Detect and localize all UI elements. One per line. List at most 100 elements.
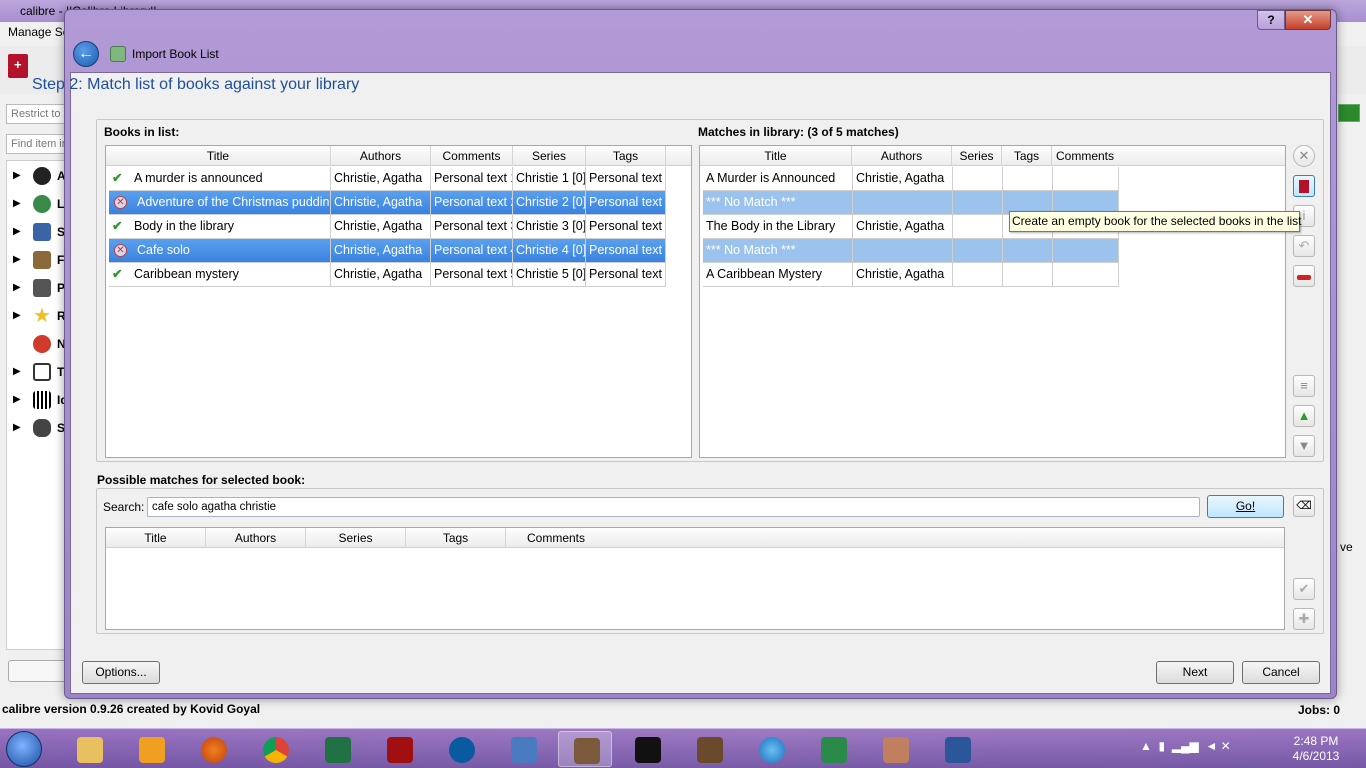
move-up-icon[interactable]: ▲ [1293, 405, 1315, 427]
unmatched-x-icon: ✕ [114, 244, 127, 258]
tree-item-tags[interactable]: ▶ T [7, 359, 67, 387]
column-header-tags[interactable]: Tags [586, 146, 666, 166]
back-arrow-icon[interactable]: ← [73, 41, 99, 67]
search-input[interactable]: cafe solo agatha christie [147, 497, 1200, 517]
column-header-series[interactable]: Series [952, 146, 1002, 166]
column-header-authors[interactable]: Authors [206, 528, 306, 548]
taskbar: ▲ ▮ ▂▄▆ ◄ ✕ 2:48 PM 4/6/2013 [0, 728, 1366, 768]
book-tags: Personal text 5 [586, 263, 666, 287]
chrome-taskbar-button[interactable] [248, 731, 302, 767]
matches-table-header: Title Authors Series Tags Comments [700, 146, 1285, 166]
book-authors: Christie, Agatha [331, 167, 431, 191]
go-button[interactable]: Go! [1207, 495, 1284, 518]
kindle-icon [635, 737, 661, 763]
book-series: Christie 3 [0] [513, 215, 586, 239]
globe-icon [33, 195, 51, 213]
matches-in-library-label: Matches in library: (3 of 5 matches) [698, 125, 899, 139]
printer-taskbar-button[interactable] [868, 731, 922, 767]
books-in-list-label: Books in list: [104, 125, 180, 139]
tree-item-rating[interactable]: ▶ ★ R [7, 303, 67, 331]
tool-taskbar-button[interactable] [496, 731, 550, 767]
matches-table[interactable]: Title Authors Series Tags Comments A Mur… [699, 145, 1286, 458]
tree-item-news[interactable]: N [7, 331, 67, 359]
close-button[interactable]: ✕ [1285, 10, 1331, 30]
match-authors: Christie, Agatha [853, 215, 953, 239]
next-button[interactable]: Next [1156, 661, 1234, 684]
clock[interactable]: 2:48 PM 4/6/2013 [1286, 734, 1346, 764]
options-button[interactable]: Options... [82, 661, 160, 684]
tree-item-identifiers[interactable]: ▶ Id [7, 387, 68, 415]
column-header-tags[interactable]: Tags [406, 528, 506, 548]
start-button[interactable] [6, 731, 42, 767]
create-empty-book-button[interactable] [1293, 175, 1315, 197]
column-header-authors[interactable]: Authors [331, 146, 431, 166]
column-header-series[interactable]: Series [306, 528, 406, 548]
book-tags: Personal text 3 [586, 215, 666, 239]
book-authors: Christie, Agatha [331, 263, 431, 287]
tree-item-authors[interactable]: ▶ A [7, 163, 67, 191]
reader-taskbar-button[interactable] [372, 731, 426, 767]
calibre-taskbar-button[interactable] [558, 731, 612, 767]
column-header-title[interactable]: Title [106, 146, 331, 166]
column-header-title[interactable]: Title [700, 146, 852, 166]
itunes-taskbar-button[interactable] [744, 731, 798, 767]
restrict-to-field[interactable]: Restrict to [6, 104, 66, 124]
minus-icon [1297, 275, 1311, 280]
column-header-title[interactable]: Title [106, 528, 206, 548]
reader2-taskbar-button[interactable] [682, 731, 736, 767]
kindle-taskbar-button[interactable] [620, 731, 674, 767]
books-table[interactable]: Title Authors Comments Series Tags ✔ A mu… [105, 145, 692, 458]
column-header-comments[interactable]: Comments [506, 528, 606, 548]
column-header-comments[interactable]: Comments [1052, 146, 1118, 166]
match-title: The Body in the Library [703, 215, 853, 239]
tree-item-saved-searches[interactable]: ▶ S [7, 415, 67, 443]
excel-taskbar-button[interactable] [310, 731, 364, 767]
column-header-authors[interactable]: Authors [852, 146, 952, 166]
news-icon [33, 335, 51, 353]
column-header-comments[interactable]: Comments [431, 146, 513, 166]
remove-button[interactable] [1293, 265, 1315, 287]
empty-book-icon [1299, 180, 1309, 193]
undo-icon[interactable]: ↶ [1293, 235, 1315, 257]
app-taskbar-button[interactable] [434, 731, 488, 767]
match-title: *** No Match *** [703, 239, 853, 263]
add-icon[interactable]: ✚ [1293, 608, 1315, 630]
excel-icon [325, 737, 351, 763]
book-series: Christie 4 [0] [513, 239, 586, 263]
clear-match-icon[interactable]: ✕ [1293, 145, 1315, 167]
book-title: A murder is announced [134, 171, 263, 185]
cancel-button[interactable]: Cancel [1242, 661, 1320, 684]
firefox-taskbar-button[interactable] [186, 731, 240, 767]
match-authors [853, 239, 953, 263]
tree-item-formats[interactable]: ▶ F [7, 247, 67, 275]
add-books-icon[interactable] [8, 54, 28, 78]
help-button[interactable]: ? [1257, 10, 1285, 30]
clock-date: 4/6/2013 [1292, 749, 1340, 763]
accept-match-icon[interactable]: ✔ [1293, 578, 1315, 600]
tree-item-languages[interactable]: ▶ L [7, 191, 67, 219]
barcode-icon [33, 391, 51, 409]
word-taskbar-button[interactable] [930, 731, 984, 767]
series-icon [33, 223, 51, 241]
check-icon: ✔ [112, 219, 123, 233]
move-down-icon[interactable]: ▼ [1293, 435, 1315, 457]
tag-browser: ▶ A ▶ L ▶ S ▶ F ▶ P ▶ ★ R N ▶ T ▶ Id ▶ S [6, 160, 68, 650]
background-tag-button[interactable] [8, 660, 68, 682]
system-tray-icons[interactable]: ▲ ▮ ▂▄▆ ◄ ✕ [1140, 739, 1231, 753]
outlook-taskbar-button[interactable] [124, 731, 178, 767]
jobs-indicator[interactable]: Jobs: 0 [1298, 703, 1340, 717]
calibre-books-icon [574, 738, 600, 764]
list-icon[interactable]: ≡ [1293, 375, 1315, 397]
possible-matches-table[interactable]: Title Authors Series Tags Comments [105, 527, 1285, 630]
clear-search-icon[interactable]: ⌫ [1293, 495, 1315, 517]
find-item-field[interactable]: Find item in [6, 134, 66, 154]
column-header-series[interactable]: Series [513, 146, 586, 166]
hp-taskbar-button[interactable] [806, 731, 860, 767]
explorer-taskbar-button[interactable] [62, 731, 116, 767]
background-menu-label[interactable]: Manage Se [8, 25, 69, 39]
tree-item-series[interactable]: ▶ S [7, 219, 67, 247]
column-header-tags[interactable]: Tags [1002, 146, 1052, 166]
book-title: Caribbean mystery [134, 267, 239, 281]
tree-item-publishers[interactable]: ▶ P [7, 275, 67, 303]
book-authors: Christie, Agatha [331, 191, 431, 215]
